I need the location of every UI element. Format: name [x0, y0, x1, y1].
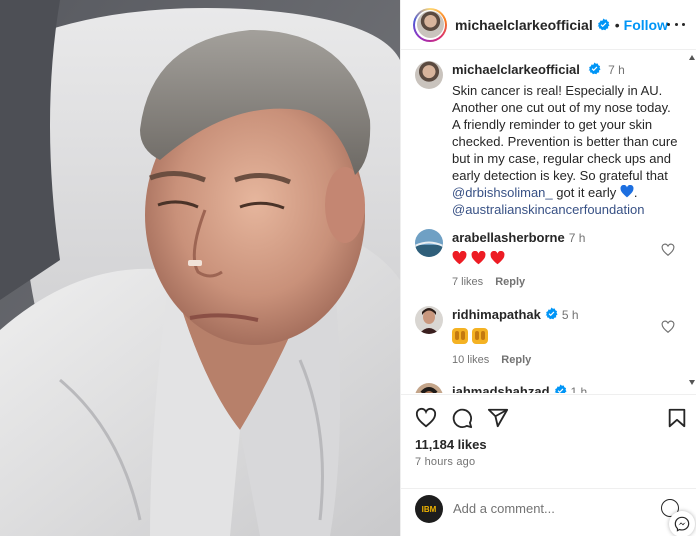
- red-heart-icon: [490, 251, 505, 265]
- blue-heart-icon: [620, 184, 634, 198]
- post-panel: michaelclarkeofficial • Follow michaelcl…: [400, 0, 696, 536]
- raised-hands-icon: [452, 328, 468, 344]
- comment-item: arabellasherborne 7 h 7 likes Reply: [415, 229, 685, 291]
- caption-line: checked. Prevention is better than cure: [452, 134, 678, 149]
- caption-line: Another one cut out of my nose today.: [452, 100, 671, 115]
- share-icon[interactable]: [487, 407, 509, 429]
- add-comment-input[interactable]: [453, 501, 653, 516]
- comment-username[interactable]: ridhimapathak: [452, 307, 541, 322]
- author-avatar[interactable]: [413, 7, 447, 42]
- avatar-image: [416, 11, 444, 38]
- caption-line: but in my case, regular check ups and: [452, 151, 671, 166]
- caption-username[interactable]: michaelclarkeofficial: [452, 62, 580, 77]
- post-image: [0, 0, 400, 536]
- like-comment-heart-icon[interactable]: [661, 320, 675, 334]
- comment-username[interactable]: iahmadshahzad: [452, 384, 550, 393]
- mention-link[interactable]: @drbishsoliman_: [452, 185, 553, 200]
- like-comment-heart-icon[interactable]: [661, 243, 675, 257]
- red-heart-icon: [471, 251, 486, 265]
- commenter-avatar[interactable]: [415, 306, 443, 334]
- post-photo[interactable]: [0, 0, 400, 536]
- caption-text: Skin cancer is real! Especially in AU. A…: [452, 82, 685, 218]
- post-header: michaelclarkeofficial • Follow: [401, 0, 696, 50]
- reply-button[interactable]: Reply: [495, 276, 525, 288]
- commenter-avatar[interactable]: [415, 229, 443, 257]
- messenger-icon[interactable]: [669, 511, 695, 536]
- separator-dot: •: [614, 16, 620, 33]
- like-heart-icon[interactable]: [415, 407, 437, 429]
- caption-line: early detection is key. So grateful that: [452, 168, 668, 183]
- comment-time: 5 h: [561, 308, 579, 322]
- current-user-avatar[interactable]: IBM: [415, 495, 443, 523]
- commenter-avatar[interactable]: [415, 383, 443, 393]
- comment-username[interactable]: arabellasherborne: [452, 230, 565, 245]
- comment-likes[interactable]: 10 likes: [452, 354, 489, 366]
- follow-button[interactable]: Follow: [624, 17, 668, 33]
- comment-time: 1 h: [570, 385, 588, 393]
- author-username[interactable]: michaelclarkeofficial: [455, 17, 593, 33]
- comment-text: [452, 328, 685, 346]
- raised-hands-icon: [472, 328, 488, 344]
- comment-time: 7 h: [568, 231, 586, 245]
- bookmark-icon[interactable]: [667, 407, 687, 429]
- caption-time: 7 h: [608, 63, 625, 77]
- mention-link[interactable]: @australianskincancerfoundation: [452, 201, 685, 218]
- verified-badge-icon: [545, 307, 558, 320]
- comment-item: ridhimapathak 5 h 10 likes Reply: [415, 306, 685, 369]
- verified-badge-icon: [588, 62, 601, 75]
- post-caption: michaelclarkeofficial 7 h Skin cancer is…: [415, 61, 685, 218]
- reply-button[interactable]: Reply: [501, 354, 531, 366]
- scroll-down-arrow-icon[interactable]: [689, 380, 695, 385]
- more-options-icon[interactable]: [667, 14, 685, 34]
- comment-item: iahmadshahzad 1 h: [415, 383, 685, 393]
- caption-line: Skin cancer is real! Especially in AU.: [452, 83, 663, 98]
- likes-count[interactable]: 11,184 likes: [415, 437, 487, 452]
- comments-list[interactable]: michaelclarkeofficial 7 h Skin cancer is…: [401, 51, 696, 393]
- avatar-logo-text: IBM: [421, 504, 437, 514]
- comment-likes[interactable]: 7 likes: [452, 276, 483, 288]
- add-comment-bar: IBM: [401, 488, 696, 536]
- red-heart-icon: [452, 251, 467, 265]
- comment-icon[interactable]: [451, 407, 473, 429]
- verified-badge-icon: [597, 18, 610, 31]
- caption-avatar[interactable]: [415, 61, 443, 89]
- comment-text: [452, 251, 685, 268]
- post-actions: 11,184 likes 7 hours ago: [401, 394, 696, 468]
- caption-line: got it early: [552, 185, 620, 200]
- post-timestamp: 7 hours ago: [415, 456, 476, 468]
- verified-badge-icon: [554, 384, 567, 393]
- caption-line: A friendly reminder to get your skin: [452, 117, 653, 132]
